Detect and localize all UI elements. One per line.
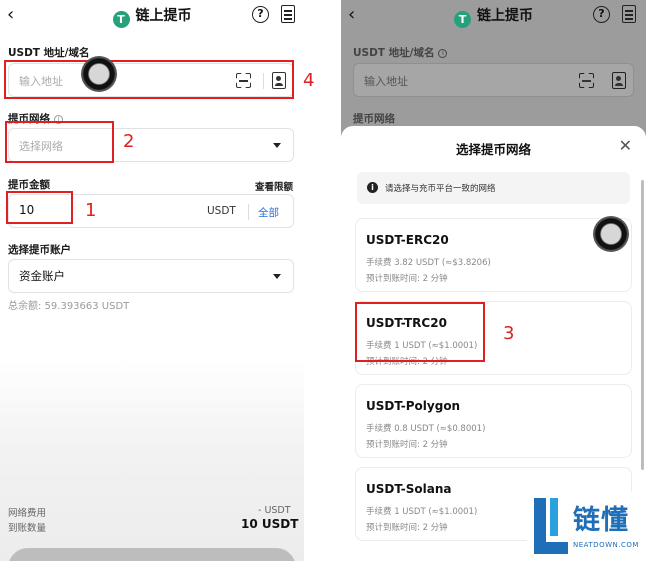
account-value: 资金账户 — [19, 269, 65, 283]
network-time: 预计到账时间: 2 分钟 — [366, 523, 448, 533]
scrollbar[interactable] — [641, 180, 644, 470]
close-icon[interactable]: ✕ — [619, 138, 632, 154]
page-title-text: 链上提币 — [135, 8, 192, 24]
account-label: 选择提币账户 — [8, 244, 71, 256]
network-notice: i 请选择与充币平台一致的网络 — [357, 172, 630, 204]
highlight-address — [4, 60, 294, 99]
withdraw-button[interactable] — [8, 548, 296, 561]
total-balance: 总余额: 59.393663 USDT — [8, 301, 130, 312]
account-select[interactable]: 资金账户 — [8, 259, 294, 293]
highlight-amount — [6, 191, 73, 224]
address-placeholder: 输入地址 — [364, 75, 408, 88]
scan-icon[interactable] — [579, 73, 594, 88]
network-name: USDT-Polygon — [366, 399, 461, 413]
top-bar: ‹ T 链上提币 ? — [341, 0, 646, 34]
receive-label: 到账数量 — [8, 523, 47, 534]
annotation-number: 3 — [503, 323, 515, 344]
annotation-number: 2 — [123, 131, 135, 152]
network-time: 预计到账时间: 2 分钟 — [366, 440, 448, 450]
top-bar: ‹ T 链上提币 ? — [0, 0, 304, 34]
network-time: 预计到账时间: 2 分钟 — [366, 274, 448, 284]
network-option-erc20[interactable]: USDT-ERC20 手续费 3.82 USDT (≈$3.8206) 预计到账… — [355, 218, 632, 292]
document-icon[interactable] — [281, 5, 295, 23]
amount-unit: USDT — [207, 205, 236, 217]
tether-logo-icon: T — [454, 11, 471, 28]
address-label: USDT 地址/域名 i — [353, 45, 448, 60]
sheet-title: 选择提币网络 — [455, 142, 531, 157]
info-icon[interactable]: i — [438, 49, 448, 58]
info-icon: i — [367, 182, 378, 193]
highlight-trc20 — [355, 302, 485, 362]
notice-text: 请选择与充币平台一致的网络 — [385, 184, 496, 194]
fee-label: 网络费用 — [8, 508, 47, 519]
fee-value: - USDT — [258, 505, 291, 516]
caret-down-icon — [273, 274, 281, 279]
address-label-text: USDT 地址/域名 — [353, 47, 435, 59]
touch-indicator — [593, 216, 629, 252]
help-circle-icon[interactable]: ? — [252, 6, 269, 23]
network-name: USDT-Solana — [366, 482, 452, 496]
watermark-domain: NEATDOWN.COM — [573, 541, 639, 549]
network-name: USDT-ERC20 — [366, 233, 449, 247]
highlight-network — [5, 121, 114, 163]
receive-value: 10 USDT — [241, 517, 299, 531]
address-input[interactable]: 输入地址 — [353, 63, 634, 97]
network-fee: 手续费 0.8 USDT (≈$0.8001) — [366, 424, 486, 434]
tether-logo-icon: T — [112, 11, 130, 28]
annotation-number: 4 — [303, 70, 315, 91]
watermark-logo-icon — [534, 498, 568, 554]
network-label: 提币网络 — [353, 113, 395, 125]
watermark-brand: 链懂 — [573, 505, 629, 536]
help-circle-icon[interactable]: ? — [593, 6, 610, 23]
network-option-polygon[interactable]: USDT-Polygon 手续费 0.8 USDT (≈$0.8001) 预计到… — [355, 384, 632, 458]
page-title-text: 链上提币 — [477, 8, 533, 24]
network-fee: 手续费 3.82 USDT (≈$3.8206) — [366, 258, 491, 268]
amount-label: 提币金额 — [8, 179, 50, 191]
annotation-number: 1 — [85, 200, 97, 221]
watermark: 链懂 NEATDOWN.COM — [527, 492, 646, 561]
address-book-icon[interactable] — [612, 72, 626, 89]
touch-indicator — [81, 56, 117, 92]
divider — [248, 204, 249, 220]
view-limits-link[interactable]: 查看限额 — [255, 179, 293, 193]
all-button[interactable]: 全部 — [258, 205, 279, 220]
address-label: USDT 地址/域名 — [8, 47, 90, 59]
document-icon[interactable] — [622, 5, 636, 23]
caret-down-icon — [273, 143, 281, 148]
network-fee: 手续费 1 USDT (≈$1.0001) — [366, 507, 478, 517]
network-picker-screen: ‹ T 链上提币 ? USDT 地址/域名 i 输入地址 提币网络 选择提币网络 ✕… — [341, 0, 646, 561]
